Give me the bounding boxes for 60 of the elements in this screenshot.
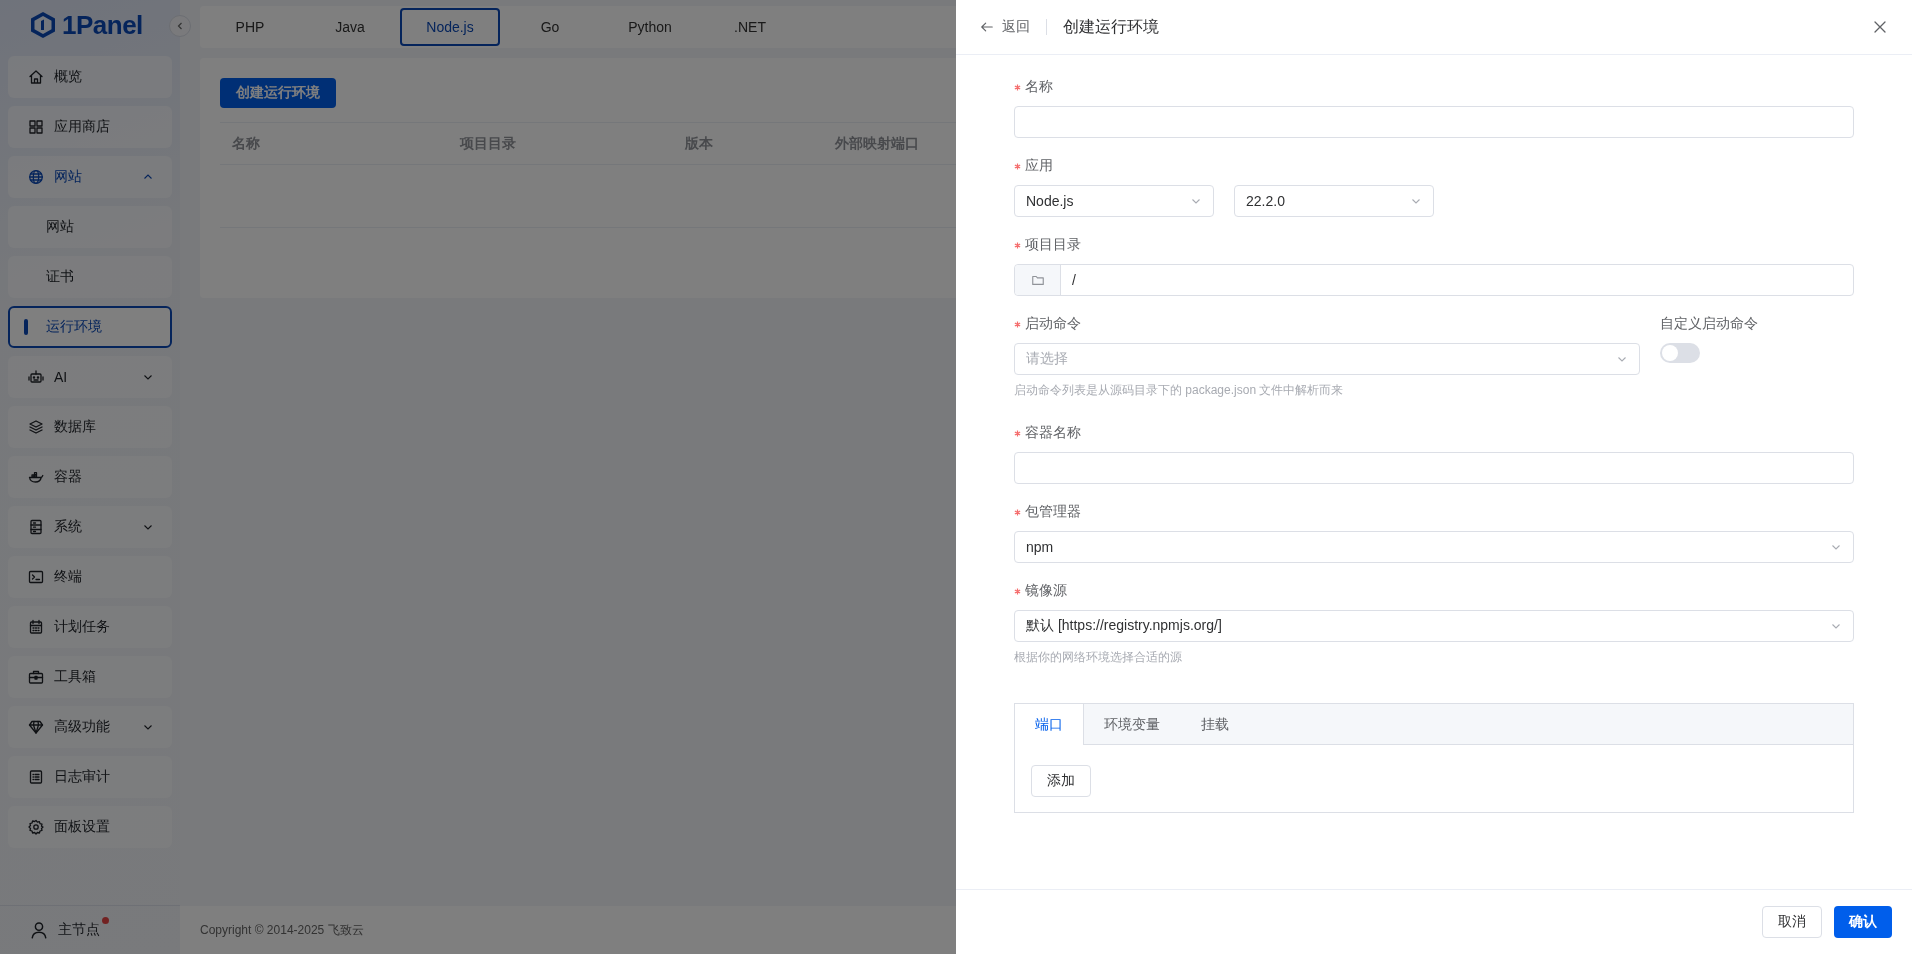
copyright-text: Copyright © 2014-2025 飞致云	[200, 921, 364, 939]
layers-icon	[28, 419, 44, 435]
collapse-button[interactable]	[169, 15, 191, 37]
close-button[interactable]	[1872, 19, 1888, 35]
settings-icon	[28, 819, 44, 835]
field-label: 名称	[1025, 78, 1053, 96]
select-field[interactable]: 默认 [https://registry.npmjs.org/]	[1014, 610, 1854, 642]
toolbox-icon	[28, 669, 44, 685]
hint-text: 启动命令列表是从源码目录下的 package.json 文件中解析而来	[1014, 382, 1345, 399]
hexagon-logo-icon	[30, 11, 56, 39]
back-button[interactable]: 返回	[980, 18, 1030, 36]
runtime-tab[interactable]: Python	[600, 8, 700, 46]
input-field[interactable]	[1014, 452, 1854, 484]
runtime-tab[interactable]: .NET	[700, 8, 800, 46]
input-field[interactable]	[1014, 106, 1854, 138]
field-label: 启动命令	[1025, 315, 1081, 333]
home-icon	[28, 69, 44, 85]
logo-text: 1Panel	[62, 9, 143, 41]
select-field[interactable]: Node.js	[1014, 185, 1214, 217]
select-field[interactable]: 请选择	[1014, 343, 1640, 375]
field-label: 应用	[1025, 157, 1053, 175]
whale-icon	[28, 469, 44, 485]
close-icon	[1872, 19, 1888, 35]
terminal-icon	[28, 569, 44, 585]
confirm-button[interactable]: 确认	[1834, 906, 1892, 938]
calendar-icon	[28, 619, 44, 635]
switch-label: 自定义启动命令	[1660, 315, 1758, 333]
chevron-left-icon	[175, 21, 185, 31]
globe-icon	[28, 169, 44, 185]
folder-button[interactable]	[1015, 265, 1061, 295]
runtime-tab[interactable]: Go	[500, 8, 600, 46]
user-icon	[30, 921, 48, 939]
list-icon	[28, 769, 44, 785]
grid-icon	[28, 119, 44, 135]
cancel-button[interactable]: 取消	[1762, 906, 1822, 938]
diamond-icon	[28, 719, 44, 735]
folder-icon	[1030, 273, 1045, 287]
create-button[interactable]: 创建运行环境	[220, 78, 336, 108]
hint-text: 根据你的网络环境选择合适的源	[1014, 649, 1183, 666]
sidebar-item[interactable]: 运行环境	[8, 306, 172, 348]
server-icon	[28, 519, 44, 535]
field-label: 容器名称	[1025, 424, 1081, 442]
path-field[interactable]: /	[1014, 264, 1854, 296]
add-button[interactable]: 添加	[1031, 765, 1091, 797]
robot-icon	[28, 369, 44, 385]
field-label: 包管理器	[1025, 503, 1081, 521]
node-label[interactable]: 主节点	[58, 921, 100, 939]
panel-tab[interactable]: 端口	[1015, 704, 1084, 745]
drawer-title: 创建运行环境	[1063, 16, 1159, 37]
select-field[interactable]: 22.2.0	[1234, 185, 1434, 217]
select-field[interactable]: npm	[1014, 531, 1854, 563]
runtime-tab[interactable]: Java	[300, 8, 400, 46]
panel-tab[interactable]: 环境变量	[1084, 704, 1181, 745]
toggle-switch[interactable]	[1660, 343, 1700, 363]
arrow-left-icon	[980, 20, 994, 34]
field-label: 项目目录	[1025, 236, 1081, 254]
runtime-tab[interactable]: PHP	[200, 8, 300, 46]
panel-tab[interactable]: 挂载	[1181, 704, 1250, 745]
runtime-tab[interactable]: Node.js	[400, 8, 500, 46]
field-label: 镜像源	[1025, 582, 1067, 600]
